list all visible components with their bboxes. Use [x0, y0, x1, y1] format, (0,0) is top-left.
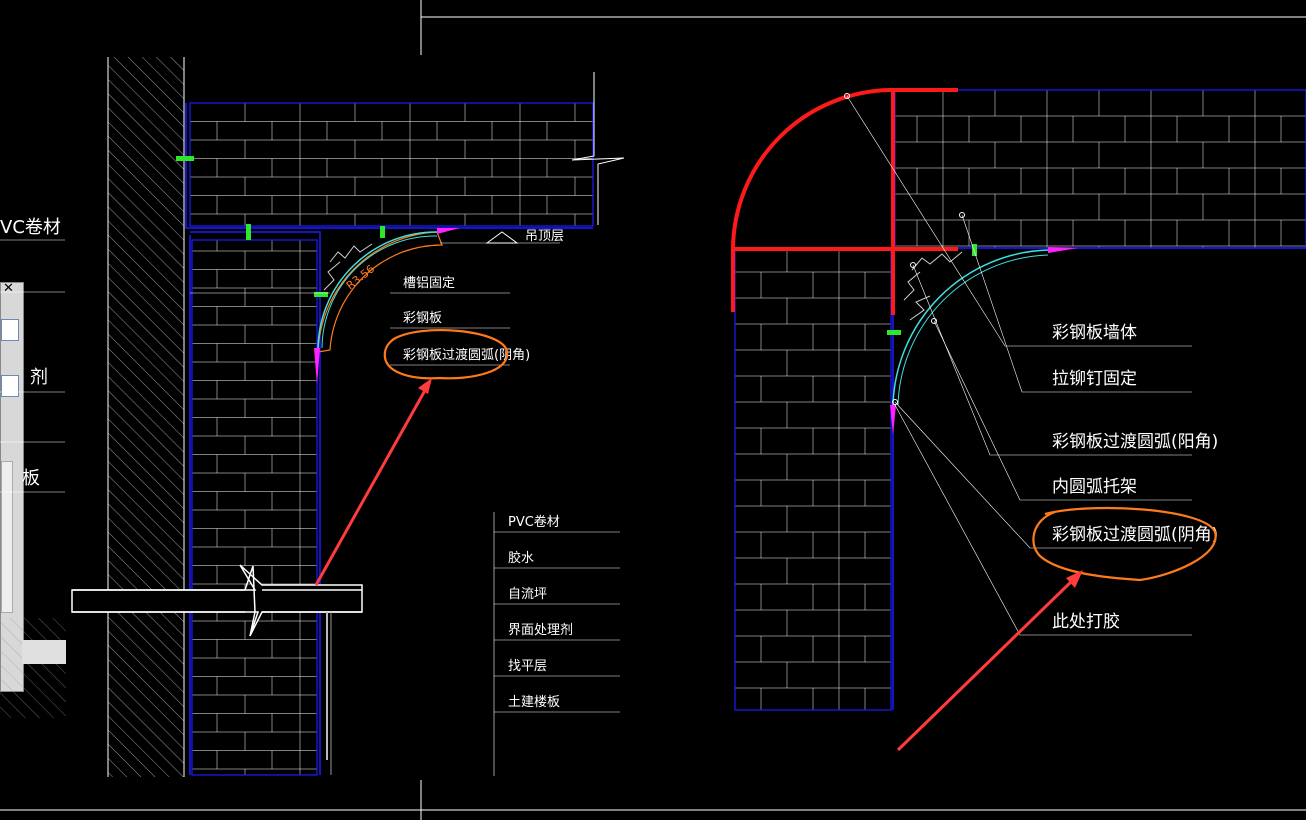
- floor-layer-5: 找平层: [508, 659, 547, 674]
- annotation-arrow-left: [314, 384, 430, 586]
- floor-layer-6: 土建楼板: [508, 695, 560, 710]
- concrete-column-hatch: [108, 57, 184, 777]
- partial-label-3: 剂: [30, 367, 48, 388]
- right-drawing: 彩钢板墙体 拉铆钉固定 彩钢板过渡圆弧(阳角) 内圆弧托架 彩钢板过渡圆弧(阴角…: [731, 88, 1306, 752]
- callout-convex-arc: 彩钢板过渡圆弧(阳角): [1052, 432, 1218, 452]
- callout-concave-arc: 彩钢板过渡圆弧(阴角): [1052, 525, 1218, 545]
- right-ceiling-brick: [894, 89, 1306, 249]
- wall-brick-block: [191, 239, 318, 776]
- partial-hatch: [0, 618, 66, 718]
- floor-layer-1: PVC卷材: [508, 514, 560, 530]
- floor-layer-4: 界面处理剂: [508, 623, 573, 638]
- callout-aluminum-channel: 槽铝固定: [403, 276, 455, 291]
- floor-layer-2: 胶水: [508, 550, 534, 566]
- callout-steel-wall: 彩钢板墙体: [1052, 323, 1137, 343]
- floor-layer-3: 自流坪: [508, 587, 547, 602]
- partial-label-5: 板: [22, 468, 40, 489]
- cad-canvas[interactable]: VC卷材 剂 板 R3.56 吊顶层 槽铝固定 彩钢板 彩钢板过渡圆弧(阴角) …: [0, 0, 1306, 820]
- label-ceiling-layer: 吊顶层: [525, 229, 564, 244]
- callout-rivet: 拉铆钉固定: [1052, 369, 1137, 389]
- ceiling-brick-block: [189, 102, 594, 227]
- right-wall-brick: [734, 249, 892, 711]
- callout-sealant: 此处打胶: [1052, 612, 1120, 632]
- partial-panel: [22, 640, 66, 664]
- annotation-arrow-right: [896, 576, 1077, 752]
- callout-inner-bracket: 内圆弧托架: [1052, 477, 1137, 497]
- callout-steel-panel: 彩钢板: [403, 311, 442, 326]
- left-partial-leaders: [0, 239, 65, 493]
- partial-label-1: VC卷材: [0, 217, 61, 238]
- callout-cove-arc: 彩钢板过渡圆弧(阴角): [403, 347, 530, 363]
- dimension-radius: R3.56: [344, 262, 377, 292]
